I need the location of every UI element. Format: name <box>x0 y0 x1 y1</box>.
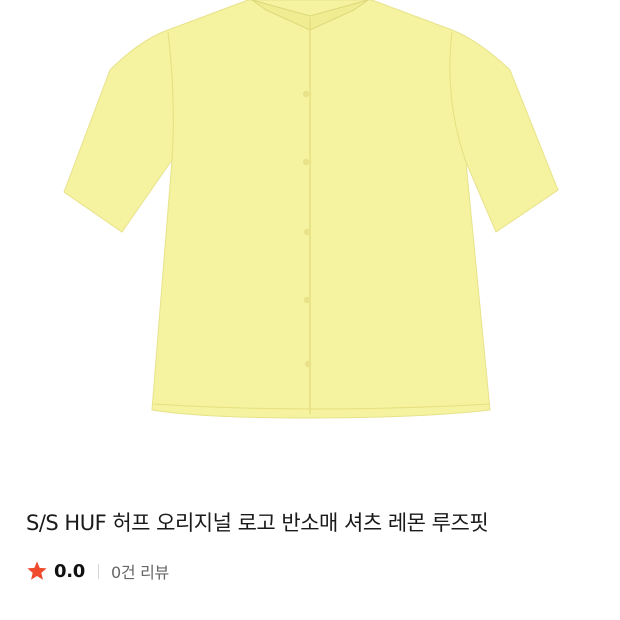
rating-score: 0.0 <box>54 560 85 582</box>
rating-divider <box>98 563 99 579</box>
star-icon <box>27 561 47 580</box>
reviews-link[interactable]: 0건 리뷰 <box>111 559 169 583</box>
shirt-image <box>63 0 559 419</box>
product-title[interactable]: S/S HUF 허프 오리지널 로고 반소매 셔츠 레몬 루즈핏 <box>26 503 600 543</box>
rating-row[interactable]: 0.0 0건 리뷰 <box>26 559 600 583</box>
product-info: S/S HUF 허프 오리지널 로고 반소매 셔츠 레몬 루즈핏 0.0 0건 … <box>26 503 600 583</box>
product-image[interactable] <box>0 0 620 485</box>
